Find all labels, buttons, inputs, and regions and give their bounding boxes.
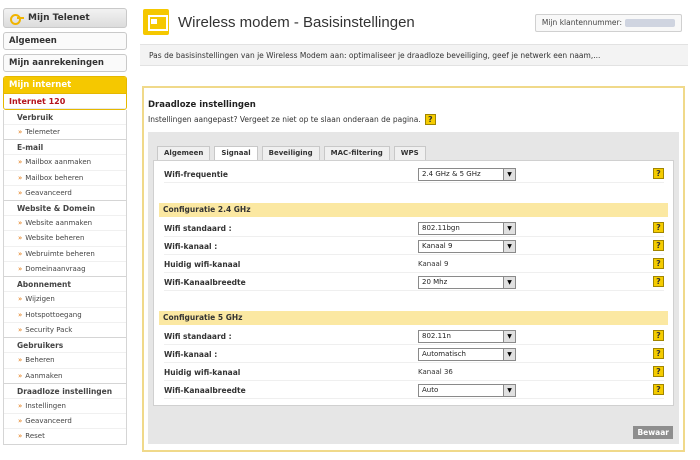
sidebar-link[interactable]: Security Pack [4, 321, 126, 337]
sidebar-group-title: Abonnement [17, 280, 71, 290]
help-icon[interactable]: ? [653, 240, 664, 251]
channel-width-5-row: Wifi-Kanaalbreedte Auto ? [164, 383, 664, 399]
page-title: Wireless modem - Basisinstellingen [178, 14, 415, 31]
sidebar-link[interactable]: Geavanceerd [4, 413, 126, 428]
current-channel-5-value: Kanaal 36 [418, 368, 453, 376]
wifi-channel-5-label: Wifi-kanaal : [164, 350, 218, 359]
wifi-channel-24-row: Wifi-kanaal : Kanaal 9 ? [164, 239, 664, 255]
sidebar-link[interactable]: Webruimte beheren [4, 245, 126, 261]
help-icon[interactable]: ? [653, 384, 664, 395]
customer-number-redacted [625, 19, 675, 27]
sidebar-group: E-mailMailbox aanmakenMailbox beherenGea… [3, 140, 127, 202]
tab-mac-filtering[interactable]: MAC-filtering [323, 146, 390, 160]
help-icon[interactable]: ? [424, 114, 436, 125]
wifi-standard-24-select[interactable]: 802.11bgn [418, 222, 516, 235]
tab-algemeen[interactable]: Algemeen [157, 146, 211, 160]
sidebar-groups: VerbruikTelemeterE-mailMailbox aanmakenM… [3, 110, 127, 445]
wifi-standard-5-row: Wifi standaard : 802.11n ? [164, 329, 664, 345]
wifi-standard-24-label: Wifi standaard : [164, 224, 232, 233]
sidebar-link[interactable]: Geavanceerd [4, 184, 126, 200]
key-icon [10, 14, 24, 25]
panel-subtitle: Instellingen aangepast? Vergeet ze niet … [148, 114, 436, 125]
sidebar-item-mijn-internet[interactable]: Mijn internet [4, 77, 126, 93]
current-channel-5-label: Huidig wifi-kanaal [164, 368, 241, 377]
customer-number: Mijn klantennummer: [534, 14, 682, 32]
wifi-channel-24-select[interactable]: Kanaal 9 [418, 240, 516, 253]
current-channel-24-label: Huidig wifi-kanaal [164, 260, 241, 269]
section-2-4ghz-title: Configuratie 2.4 GHz [159, 203, 668, 217]
sidebar-link[interactable]: Aanmaken [4, 367, 126, 383]
wifi-frequency-label: Wifi-frequentie [164, 170, 228, 179]
wifi-channel-24-label: Wifi-kanaal : [164, 242, 218, 251]
sidebar-item-aanrekeningen[interactable]: Mijn aanrekeningen [3, 54, 127, 72]
help-icon[interactable]: ? [653, 366, 664, 377]
sidebar-group: GebruikersBeherenAanmaken [3, 338, 127, 384]
tab-wps[interactable]: WPS [393, 146, 426, 160]
help-icon[interactable]: ? [653, 258, 664, 269]
tab-signaal[interactable]: Signaal [214, 146, 258, 161]
customer-number-label: Mijn klantennummer: [541, 18, 622, 27]
wifi-channel-5-select[interactable]: Automatisch [418, 348, 516, 361]
sidebar-group-title: Gebruikers [17, 341, 64, 351]
sidebar-group-title: E-mail [17, 143, 44, 153]
sidebar-link[interactable]: Instellingen [4, 397, 126, 413]
wifi-frequency-row: Wifi-frequentie 2.4 GHz & 5 GHz ? [164, 167, 664, 183]
modem-icon [143, 9, 169, 35]
sidebar-group-title: Website & Domein [17, 204, 96, 214]
sidebar-group: Website & DomeinWebsite aanmakenWebsite … [3, 201, 127, 278]
current-channel-5-row: Huidig wifi-kanaal Kanaal 36 ? [164, 365, 664, 381]
channel-width-24-select[interactable]: 20 Mhz [418, 276, 516, 289]
help-icon[interactable]: ? [653, 330, 664, 341]
sidebar-link[interactable]: Website aanmaken [4, 215, 126, 230]
sidebar-group-title: Verbruik [17, 113, 54, 122]
sidebar-link[interactable]: Domeinaanvraag [4, 261, 126, 276]
settings-area: Algemeen Signaal Beveiliging MAC-filteri… [148, 132, 679, 444]
sidebar-link[interactable]: Website beheren [4, 230, 126, 245]
help-icon[interactable]: ? [653, 222, 664, 233]
sidebar-link[interactable]: Wijzigen [4, 291, 126, 306]
help-icon[interactable]: ? [653, 276, 664, 287]
panel-subtitle-text: Instellingen aangepast? Vergeet ze niet … [148, 115, 421, 124]
my-telenet-header[interactable]: Mijn Telenet [3, 8, 127, 28]
current-channel-24-value: Kanaal 9 [418, 260, 449, 268]
sidebar-link[interactable]: Reset [4, 428, 126, 443]
wifi-channel-5-row: Wifi-kanaal : Automatisch ? [164, 347, 664, 363]
sidebar-group: Draadloze instellingenInstellingenGeavan… [3, 383, 127, 445]
page-header: Wireless modem - Basisinstellingen Mijn … [140, 8, 688, 44]
sidebar-section-mijn-internet: Mijn internet Internet 120 [3, 76, 127, 110]
wifi-standard-24-row: Wifi standaard : 802.11bgn ? [164, 221, 664, 237]
save-button[interactable]: Bewaar [633, 426, 673, 439]
sidebar-item-algemeen[interactable]: Algemeen [3, 32, 127, 50]
sidebar-group: AbonnementWijzigenHotspottoegangSecurity… [3, 277, 127, 339]
sidebar-link[interactable]: Mailbox aanmaken [4, 154, 126, 169]
intro-text: Pas de basisinstellingen van je Wireless… [140, 44, 688, 66]
signaal-tab-content: Wifi-frequentie 2.4 GHz & 5 GHz ? Config… [153, 160, 674, 406]
sidebar-link[interactable]: Telemeter [4, 124, 126, 139]
sidebar-group: Verbruik Telemeter [3, 110, 127, 141]
panel-title: Draadloze instellingen [148, 100, 256, 110]
channel-width-5-select[interactable]: Auto [418, 384, 516, 397]
channel-width-5-label: Wifi-Kanaalbreedte [164, 386, 246, 395]
sidebar-link[interactable]: Beheren [4, 352, 126, 367]
sidebar-link[interactable]: Hotspottoegang [4, 306, 126, 322]
wifi-standard-5-label: Wifi standaard : [164, 332, 232, 341]
wifi-frequency-select[interactable]: 2.4 GHz & 5 GHz [418, 168, 516, 181]
channel-width-24-row: Wifi-Kanaalbreedte 20 Mhz ? [164, 275, 664, 291]
sidebar: Mijn Telenet Algemeen Mijn aanrekeningen… [3, 8, 127, 445]
section-5ghz-title: Configuratie 5 GHz [159, 311, 668, 325]
channel-width-24-label: Wifi-Kanaalbreedte [164, 278, 246, 287]
sidebar-group-title: Draadloze instellingen [17, 386, 113, 396]
help-icon[interactable]: ? [653, 168, 664, 179]
tab-bar: Algemeen Signaal Beveiliging MAC-filteri… [157, 146, 426, 161]
tab-beveiliging[interactable]: Beveiliging [261, 146, 320, 160]
wifi-standard-5-select[interactable]: 802.11n [418, 330, 516, 343]
current-channel-24-row: Huidig wifi-kanaal Kanaal 9 ? [164, 257, 664, 273]
help-icon[interactable]: ? [653, 348, 664, 359]
sidebar-item-internet-120[interactable]: Internet 120 [4, 94, 126, 109]
sidebar-link[interactable]: Mailbox beheren [4, 169, 126, 185]
my-telenet-label: Mijn Telenet [28, 13, 90, 23]
wireless-settings-panel: Draadloze instellingen Instellingen aang… [142, 86, 685, 452]
